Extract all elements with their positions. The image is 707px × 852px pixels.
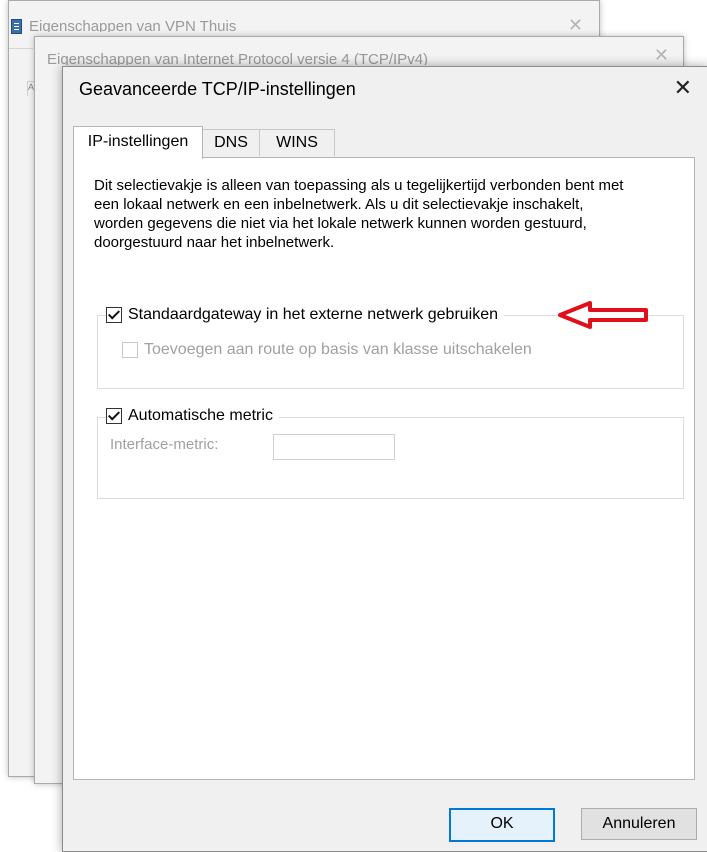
tab-ip-settings[interactable]: IP-instellingen — [73, 126, 203, 159]
interface-metric-input — [273, 434, 395, 460]
checkbox-unchecked-icon — [122, 342, 138, 358]
close-icon[interactable]: ✕ — [654, 45, 669, 66]
auto-metric-checkbox[interactable]: Automatische metric — [106, 407, 279, 425]
dialog-title: Geavanceerde TCP/IP-instellingen — [79, 79, 356, 99]
class-route-checkbox: Toevoegen aan route op basis van klasse … — [122, 341, 538, 359]
ok-button[interactable]: OK — [449, 808, 555, 842]
interface-metric-label: Interface-metric: — [110, 436, 219, 453]
tab-wins[interactable]: WINS — [259, 129, 335, 156]
red-arrow-icon — [558, 301, 648, 329]
checkbox-checked-icon[interactable] — [106, 408, 122, 424]
tab-panel: Dit selectievakje is alleen van toepassi… — [73, 157, 695, 780]
auto-metric-checkbox-label: Automatische metric — [128, 407, 273, 424]
checkbox-checked-icon[interactable] — [106, 307, 122, 323]
advanced-tcpip-dialog: Geavanceerde TCP/IP-instellingen ✕ IP-in… — [62, 66, 707, 852]
description-text: Dit selectievakje is alleen van toepassi… — [94, 177, 624, 251]
document-icon — [11, 19, 22, 34]
divider — [9, 48, 33, 49]
close-icon[interactable]: ✕ — [674, 75, 692, 101]
background-window-title: Eigenschappen van VPN Thuis — [29, 18, 237, 32]
tab-dns[interactable]: DNS — [201, 129, 261, 156]
cancel-button[interactable]: Annuleren — [581, 808, 697, 840]
gateway-checkbox-label: Standaardgateway in het externe netwerk … — [128, 306, 499, 323]
middle-window-title: Eigenschappen van Internet Protocol vers… — [47, 51, 429, 65]
class-route-checkbox-label: Toevoegen aan route op basis van klasse … — [144, 341, 532, 358]
close-icon[interactable]: ✕ — [568, 15, 583, 36]
gateway-checkbox[interactable]: Standaardgateway in het externe netwerk … — [106, 306, 505, 324]
